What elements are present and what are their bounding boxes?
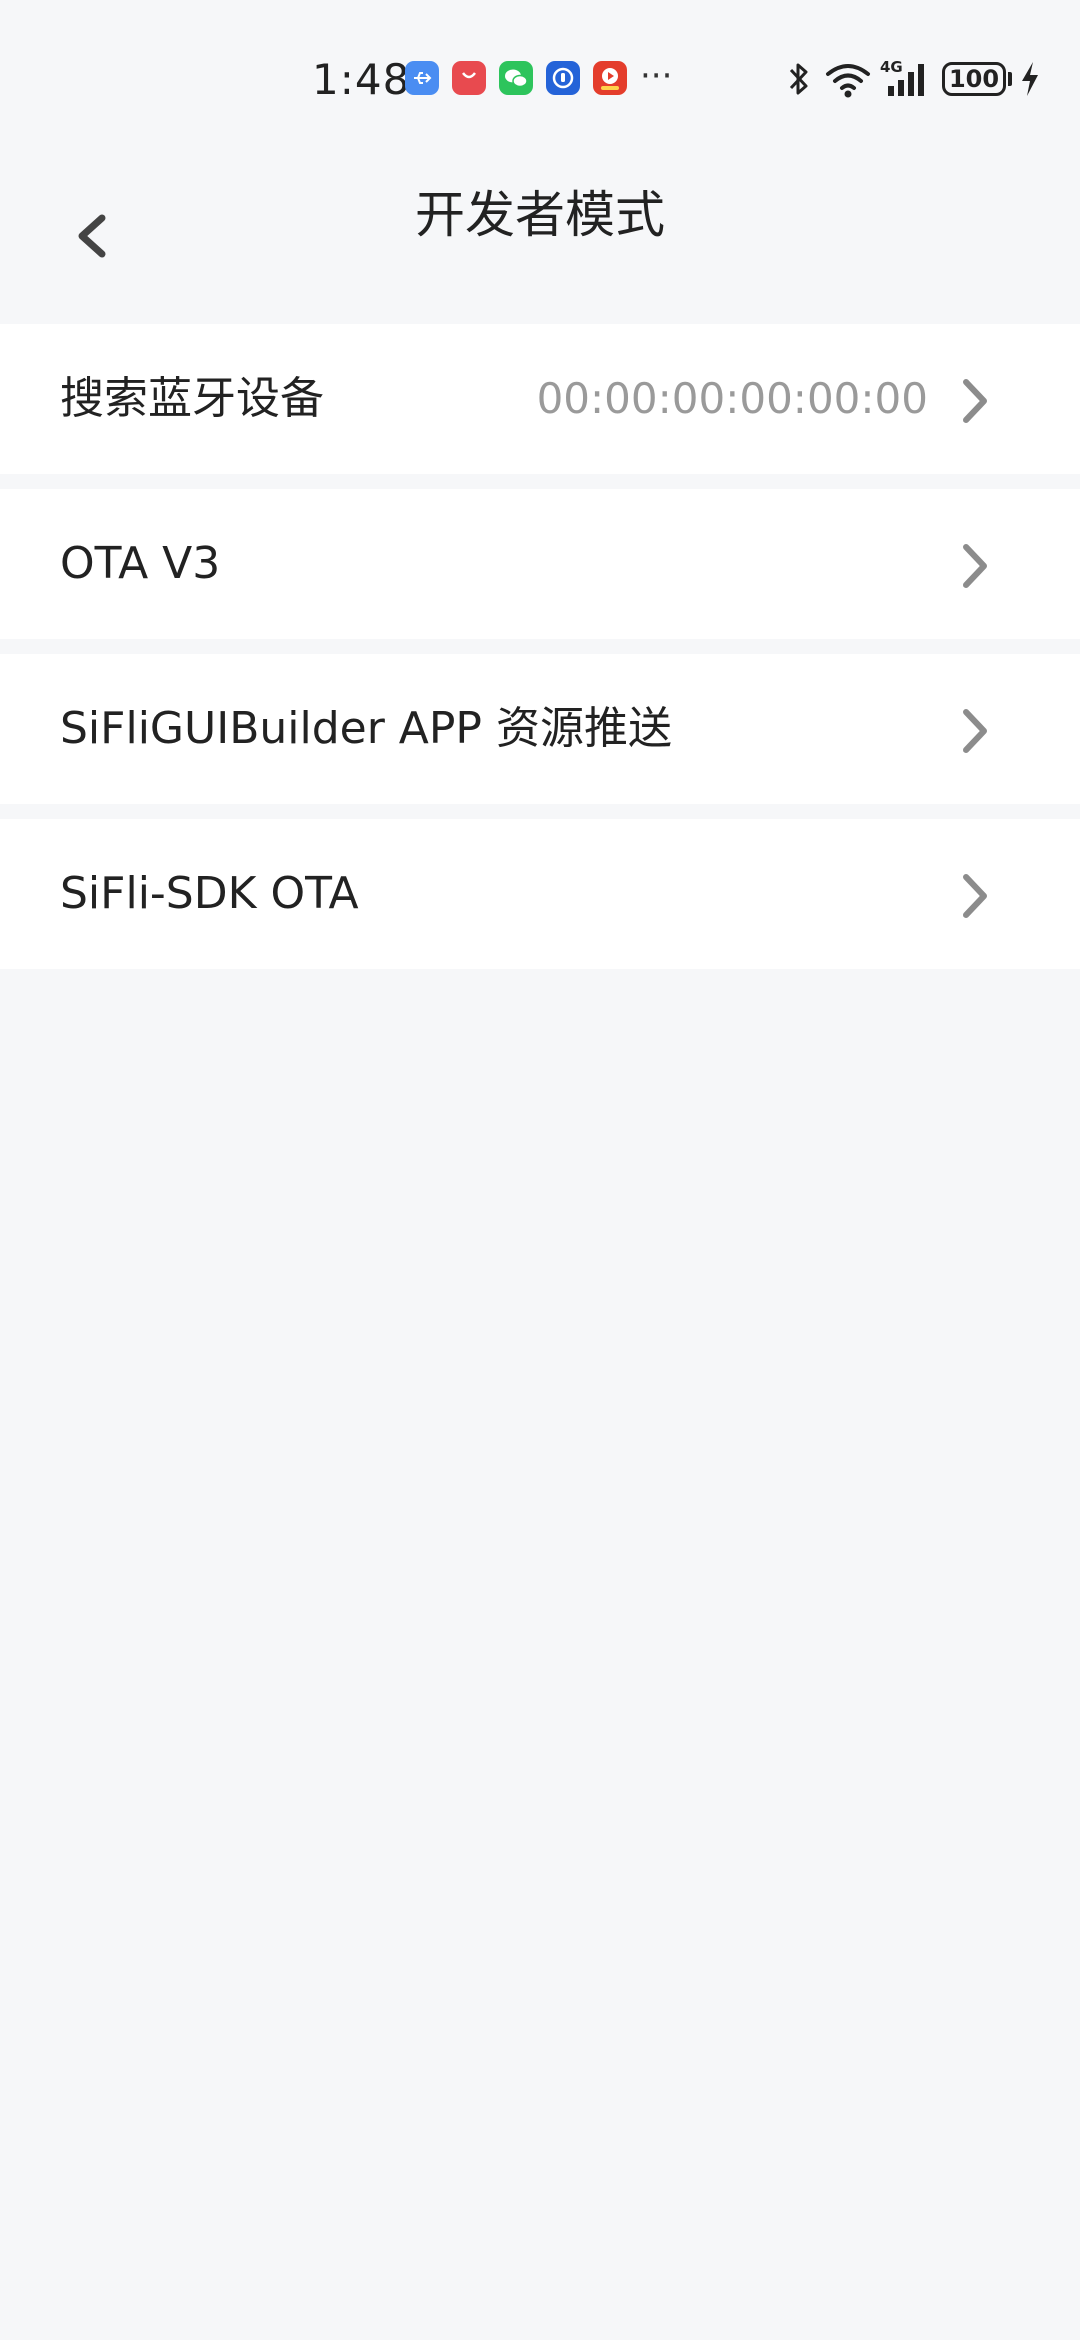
page-title: 开发者模式: [415, 186, 665, 244]
bluetooth-address-value: 00:00:00:00:00:00: [536, 374, 928, 423]
menu-item-label: SiFliGUIBuilder APP 资源推送: [60, 703, 672, 754]
chevron-right-icon: [963, 874, 987, 918]
wechat-icon: [499, 61, 533, 95]
menu-item-sifli-sdk-ota[interactable]: SiFli-SDK OTA: [0, 819, 1080, 969]
status-time: 1:48: [312, 55, 411, 104]
battery-tip: [1008, 72, 1012, 86]
usb-icon: [405, 61, 439, 95]
charging-icon: [1022, 62, 1038, 96]
menu-item-search-bluetooth[interactable]: 搜索蓝牙设备 00:00:00:00:00:00: [0, 324, 1080, 474]
huawei-appgallery-icon: [452, 61, 486, 95]
menu-item-label: 搜索蓝牙设备: [60, 373, 324, 424]
bluetooth-icon: [789, 63, 808, 95]
svg-text:4G: 4G: [880, 58, 903, 76]
chevron-right-icon: [963, 379, 987, 423]
menu-item-guibuilder-resource-push[interactable]: SiFliGUIBuilder APP 资源推送: [0, 654, 1080, 804]
wifi-icon: [826, 64, 870, 98]
more-notifications-icon: ···: [640, 56, 673, 96]
developer-menu-list: 搜索蓝牙设备 00:00:00:00:00:00 OTA V3 SiFliGUI…: [0, 324, 1080, 984]
status-bar: 1:48 ··· 4G 100: [0, 0, 1080, 120]
4g-signal-icon: 4G: [880, 58, 924, 96]
menu-item-label: OTA V3: [60, 538, 221, 589]
chevron-right-icon: [963, 544, 987, 588]
menu-item-label: SiFli-SDK OTA: [60, 868, 359, 919]
app-header: 开发者模式: [0, 150, 1080, 280]
chevron-right-icon: [963, 709, 987, 753]
battery-icon: 100: [942, 62, 1006, 96]
video-app-icon: [593, 61, 627, 95]
blue-app-icon: [546, 61, 580, 95]
menu-item-ota-v3[interactable]: OTA V3: [0, 489, 1080, 639]
